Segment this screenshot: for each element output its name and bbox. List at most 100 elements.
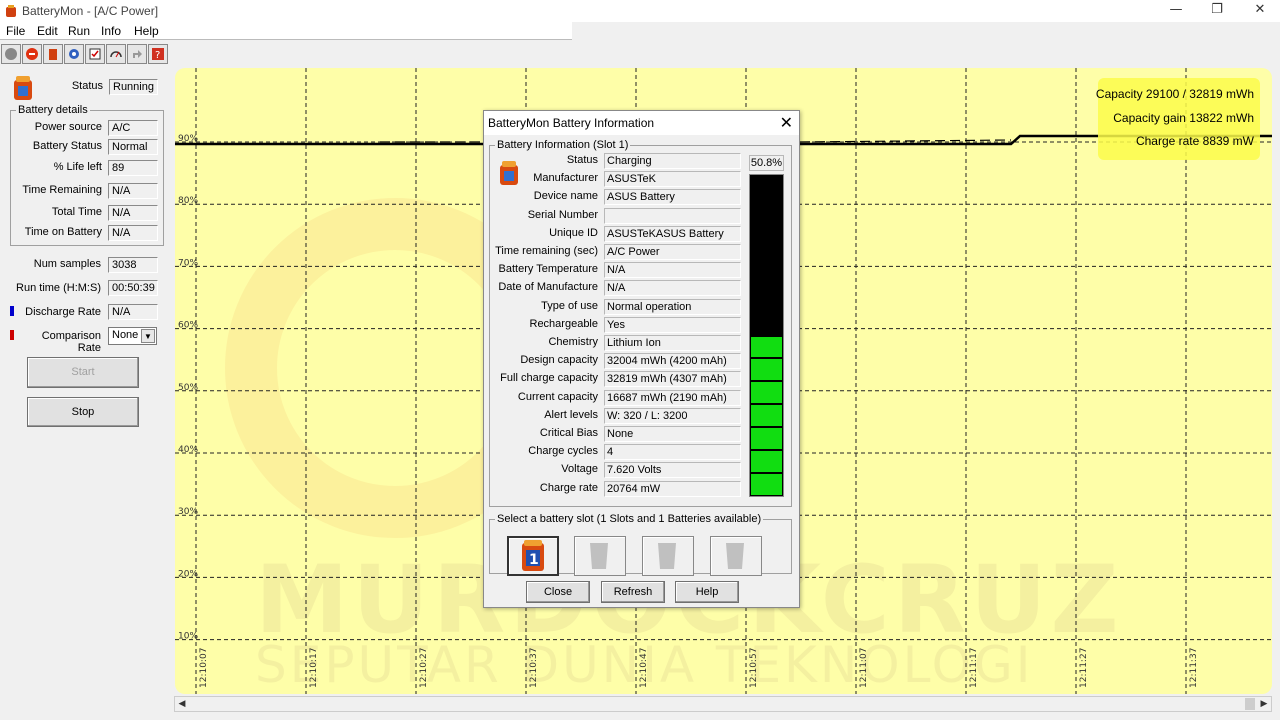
- record-icon: [5, 48, 17, 60]
- discharge-rate-label: Discharge Rate: [25, 306, 101, 318]
- level-segment: [751, 428, 782, 450]
- info-value-5: A/C Power: [604, 244, 741, 260]
- info-label-1: Manufacturer: [533, 172, 598, 184]
- close-window-button[interactable]: ✕: [1238, 0, 1280, 22]
- gear-icon: [69, 49, 79, 59]
- x-tick-label: 12:10:17: [309, 648, 319, 688]
- run-time-value: 00:50:39: [108, 280, 158, 296]
- info-label-2: Device name: [533, 190, 598, 202]
- level-segment: [751, 313, 782, 335]
- info-value-11: 32004 mWh (4200 mAh): [604, 353, 741, 369]
- info-value-13: 16687 mWh (2190 mAh): [604, 390, 741, 406]
- battery-slot-1-icon: 1: [522, 540, 544, 571]
- info-label-17: Voltage: [561, 463, 598, 475]
- scroll-thumb[interactable]: [1245, 698, 1255, 710]
- info-value-14: W: 320 / L: 3200: [604, 408, 741, 424]
- info-label-15: Critical Bias: [539, 427, 598, 439]
- level-segment: [751, 359, 782, 381]
- y-tick-label: 50%: [178, 383, 198, 393]
- x-tick-label: 12:10:27: [419, 648, 429, 688]
- info-value-12: 32819 mWh (4307 mAh): [604, 371, 741, 387]
- help-button[interactable]: ?: [148, 44, 168, 64]
- info-value-0: Charging: [604, 153, 741, 169]
- dialog-refresh-button[interactable]: Refresh: [601, 581, 665, 603]
- minimize-button[interactable]: —: [1154, 0, 1198, 22]
- level-segment: [751, 290, 782, 312]
- info-value-7: N/A: [604, 280, 741, 296]
- time-on-battery-value: N/A: [108, 225, 158, 241]
- y-tick-label: 90%: [178, 134, 198, 144]
- export-button[interactable]: [127, 44, 147, 64]
- dialog-title-bar: BatteryMon Battery Information ✕: [484, 111, 799, 135]
- x-tick-label: 12:10:57: [749, 648, 759, 688]
- level-segment: [751, 336, 782, 358]
- battery-info-group-title: Battery Information (Slot 1): [495, 139, 631, 151]
- info-label-6: Battery Temperature: [498, 263, 598, 275]
- power-source-label: Power source: [34, 121, 102, 133]
- time-on-battery-label: Time on Battery: [24, 226, 102, 238]
- dialog-close-button[interactable]: Close: [526, 581, 590, 603]
- y-tick-label: 70%: [178, 258, 198, 268]
- record-button[interactable]: [1, 44, 21, 64]
- menu-run[interactable]: Run: [68, 24, 90, 38]
- stop-icon: [26, 48, 38, 60]
- y-tick-label: 20%: [178, 569, 198, 579]
- battery-info-dialog: BatteryMon Battery Information ✕ Battery…: [483, 110, 800, 608]
- chart-scrollbar[interactable]: ◀ ▶: [174, 696, 1272, 712]
- info-label-14: Alert levels: [544, 409, 598, 421]
- battery-slot-4[interactable]: [710, 536, 762, 576]
- discharge-rate-value: N/A: [108, 304, 158, 320]
- info-value-16: 4: [604, 444, 741, 460]
- x-tick-label: 12:11:17: [969, 648, 979, 688]
- menu-file[interactable]: File: [6, 24, 25, 38]
- stop-toolbar-button[interactable]: [22, 44, 42, 64]
- dialog-close-icon[interactable]: ✕: [780, 113, 793, 132]
- empty-battery-icon: [590, 543, 608, 569]
- menu-info[interactable]: Info: [101, 24, 121, 38]
- battery-slot-2[interactable]: [574, 536, 626, 576]
- level-segment: [751, 382, 782, 404]
- x-tick-label: 12:10:37: [529, 648, 539, 688]
- y-tick-label: 80%: [178, 196, 198, 206]
- info-label-7: Date of Manufacture: [498, 281, 598, 293]
- dialog-help-button[interactable]: Help: [675, 581, 739, 603]
- checklist-button[interactable]: [85, 44, 105, 64]
- battery-info-button[interactable]: [43, 44, 63, 64]
- charge-rate-text: Charge rate 8839 mW: [1135, 134, 1254, 148]
- life-left-value: 89: [108, 160, 158, 176]
- scroll-right-icon[interactable]: ▶: [1257, 697, 1271, 711]
- settings-button[interactable]: [64, 44, 84, 64]
- info-label-4: Unique ID: [549, 227, 598, 239]
- svg-text:1: 1: [529, 552, 539, 568]
- battery-details-title: Battery details: [16, 104, 90, 116]
- capacity-text: Capacity 29100 / 32819 mWh: [1095, 87, 1254, 101]
- level-segment: [751, 176, 782, 197]
- comparison-rate-select[interactable]: None ▼: [108, 327, 157, 345]
- life-left-label: % Life left: [53, 161, 102, 173]
- info-value-1: ASUSTeK: [604, 171, 741, 187]
- x-tick-label: 12:10:07: [199, 648, 209, 688]
- restore-button[interactable]: ❐: [1195, 0, 1239, 22]
- charge-percent: 50.8%: [749, 155, 784, 171]
- total-time-label: Total Time: [51, 206, 102, 218]
- info-value-18: 20764 mW: [604, 481, 741, 497]
- y-tick-label: 30%: [178, 507, 198, 517]
- battery-status-value: Normal: [108, 139, 158, 155]
- battery-status-icon: [14, 76, 32, 100]
- start-button[interactable]: Start: [27, 357, 139, 388]
- stop-button[interactable]: Stop: [27, 397, 139, 427]
- battery-slot-1[interactable]: 1: [507, 536, 559, 576]
- menu-edit[interactable]: Edit: [37, 24, 58, 38]
- charge-level-meter: [749, 174, 784, 497]
- info-label-5: Time remaining (sec): [495, 245, 598, 257]
- menu-help[interactable]: Help: [134, 24, 159, 38]
- scroll-left-icon[interactable]: ◀: [175, 697, 189, 711]
- info-value-10: Lithium Ion: [604, 335, 741, 351]
- info-label-10: Chemistry: [548, 336, 598, 348]
- gauge-button[interactable]: [106, 44, 126, 64]
- battery-slot-3[interactable]: [642, 536, 694, 576]
- y-tick-label: 10%: [178, 632, 198, 642]
- info-value-6: N/A: [604, 262, 741, 278]
- comparison-rate-label: Comparison Rate: [41, 330, 101, 354]
- y-tick-label: 60%: [178, 321, 198, 331]
